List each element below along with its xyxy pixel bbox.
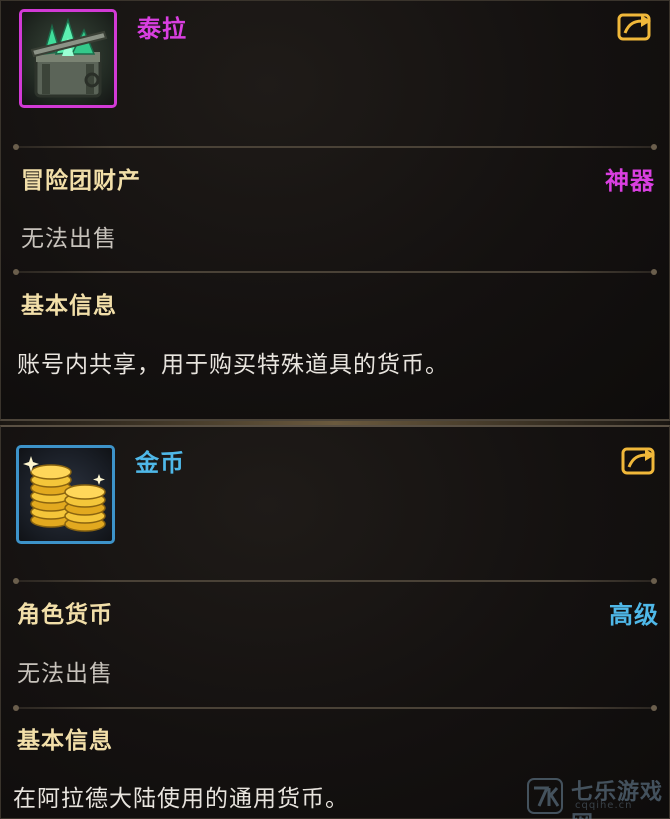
item-tooltip-gold: 金币 角色货币 高级 无法出售 基本信息 在阿拉德大陆使用的通用货币。 七乐游戏… (0, 425, 670, 819)
section-divider (13, 144, 657, 150)
watermark-url: cqqihe.cn (575, 800, 633, 811)
external-link-icon (617, 13, 651, 41)
crystal-chest-icon (19, 9, 117, 108)
item-tooltip-tera: 泰拉 冒险团财产 神器 无法出售 基本信息 账号内共享，用于购买特殊道具的货币。 (0, 0, 670, 421)
item-category: 角色货币 (17, 602, 113, 628)
section-divider (13, 269, 657, 275)
watermark: 七乐游戏网 cqqihe.cn (519, 772, 669, 819)
item-tooltip-screen: 泰拉 冒险团财产 神器 无法出售 基本信息 账号内共享，用于购买特殊道具的货币。 (0, 0, 670, 819)
section-title: 基本信息 (17, 728, 113, 754)
item-name: 泰拉 (137, 15, 187, 43)
item-grade: 神器 (605, 167, 655, 195)
share-link-button[interactable] (621, 445, 657, 475)
section-title: 基本信息 (21, 293, 117, 319)
item-category: 冒险团财产 (21, 168, 141, 194)
item-description: 在阿拉德大陆使用的通用货币。 (13, 786, 349, 812)
item-grade: 高级 (609, 601, 659, 629)
gold-coins-icon (16, 445, 115, 544)
section-divider (13, 705, 657, 711)
external-link-icon (621, 447, 655, 475)
7k-logo-icon (527, 778, 563, 814)
sell-status: 无法出售 (17, 661, 113, 687)
section-divider (13, 578, 657, 584)
item-name: 金币 (135, 449, 185, 477)
watermark-text: 七乐游戏网 (571, 780, 664, 819)
item-description: 账号内共享，用于购买特殊道具的货币。 (17, 352, 449, 378)
sell-status: 无法出售 (21, 226, 117, 252)
share-link-button[interactable] (617, 11, 653, 41)
